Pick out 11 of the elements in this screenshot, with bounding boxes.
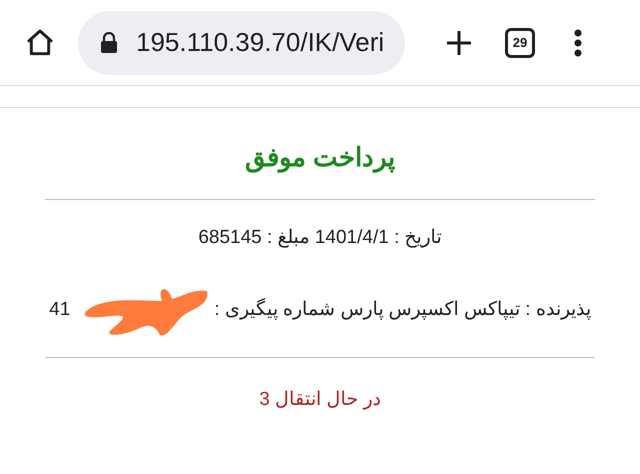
address-bar[interactable]: 195.110.39.70/IK/Veri [78, 10, 405, 74]
plus-icon [446, 30, 472, 56]
lock-icon [100, 32, 118, 54]
payment-details: تاریخ : 1401/4/1 مبلغ : 685145 [198, 226, 442, 250]
tab-count-button[interactable]: 29 [505, 28, 535, 58]
receipt-title: پرداخت موفق [244, 141, 396, 175]
recipient-text: پذیرنده : تیپاکس اکسپرس پارس شماره پیگیری : [214, 297, 591, 322]
menu-icon [574, 28, 582, 56]
tracking-number: 41 [49, 298, 70, 322]
transfer-status: در حال انتقال 3 [259, 388, 381, 412]
url-text: 195.110.39.70/IK/Veri [136, 26, 384, 59]
